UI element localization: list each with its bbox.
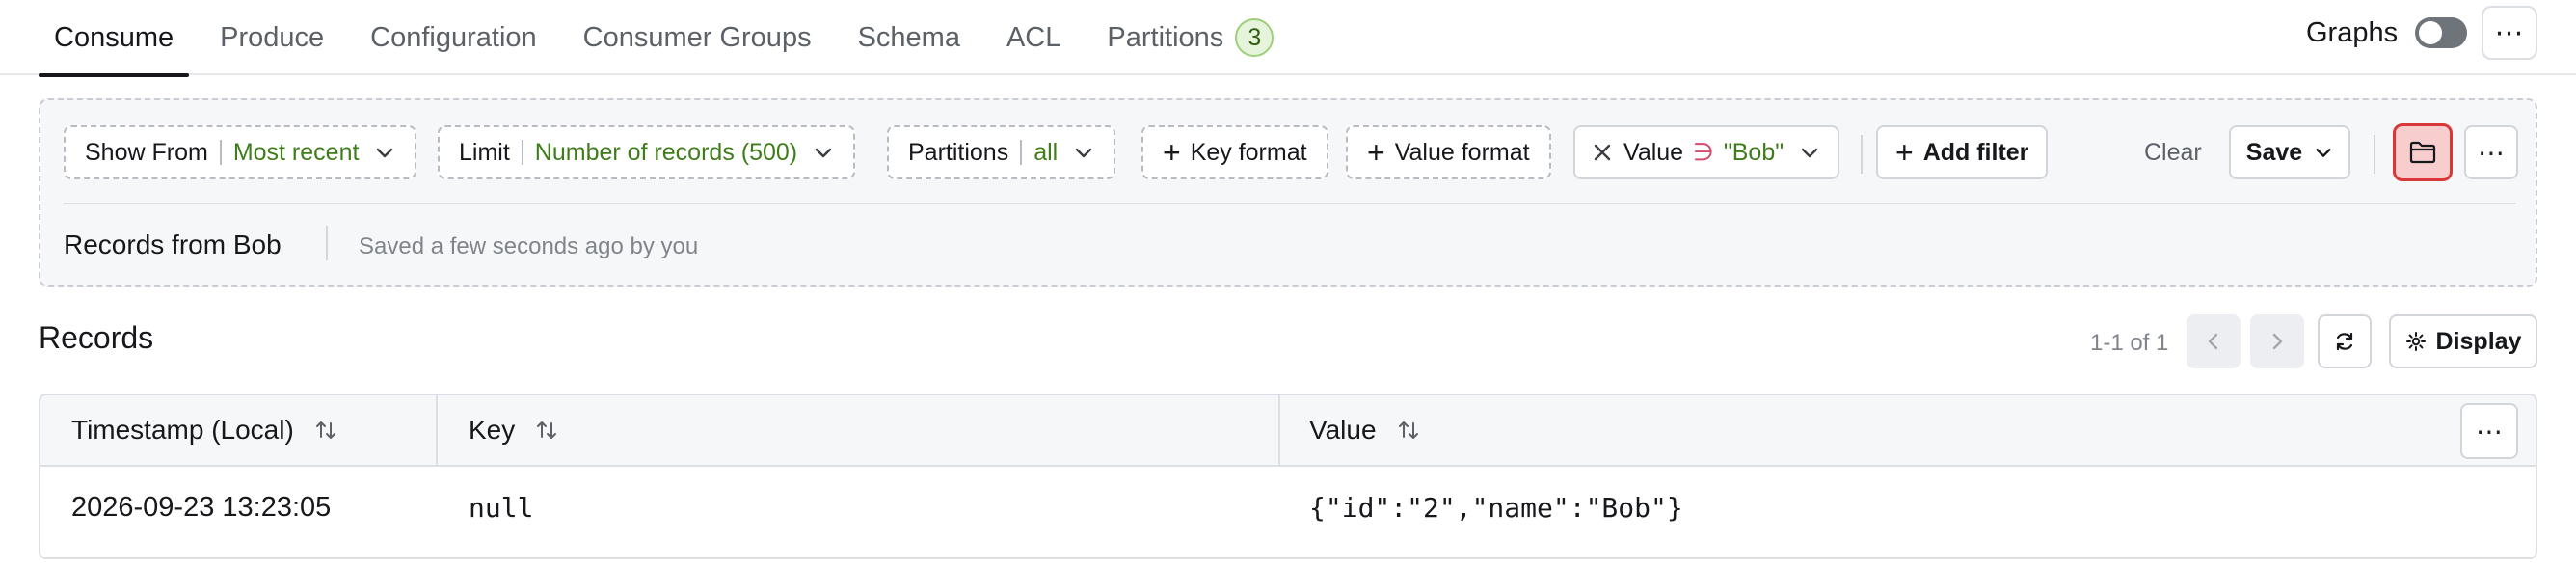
partitions-filter[interactable]: Partitions all xyxy=(887,125,1116,179)
display-button[interactable]: Display xyxy=(2389,314,2537,368)
pagination-text: 1-1 of 1 xyxy=(2090,330,2169,356)
previous-page-button[interactable] xyxy=(2187,314,2241,368)
value-format-label: Value format xyxy=(1394,138,1530,166)
plus-icon: + xyxy=(1367,135,1385,170)
chevron-down-icon xyxy=(2314,143,2333,162)
value-filter-label: Value xyxy=(1623,138,1684,166)
filter-more-button[interactable]: ⋯ xyxy=(2464,125,2518,179)
panel-separator xyxy=(64,203,2516,204)
clear-label: Clear xyxy=(2144,138,2202,166)
tab-produce[interactable]: Produce xyxy=(204,0,339,75)
saved-filters-folder-button[interactable] xyxy=(2393,123,2453,181)
ellipsis-icon: ⋯ xyxy=(2476,416,2503,447)
plus-icon: + xyxy=(1163,135,1181,170)
saved-filter-meta: Saved a few seconds ago by you xyxy=(359,233,699,259)
add-filter-button[interactable]: + Add filter xyxy=(1876,125,2049,179)
column-divider xyxy=(436,395,438,465)
filter-divider xyxy=(1861,135,1863,174)
table-header: Timestamp (Local) Key Value ⋯ xyxy=(40,395,2536,467)
limit-label: Limit xyxy=(459,138,510,166)
add-filter-label: Add filter xyxy=(1922,138,2029,166)
tab-label: Partitions xyxy=(1107,21,1224,53)
records-title: Records xyxy=(39,320,154,355)
refresh-button[interactable] xyxy=(2318,314,2372,368)
folder-icon xyxy=(2409,141,2436,164)
key-format-button[interactable]: + Key format xyxy=(1141,125,1328,179)
tab-label: Produce xyxy=(220,21,325,53)
save-label: Save xyxy=(2245,138,2303,166)
graphs-toggle[interactable] xyxy=(2415,17,2468,48)
tab-schema[interactable]: Schema xyxy=(843,0,976,75)
tab-label: Consumer Groups xyxy=(582,21,812,53)
sort-icon xyxy=(534,418,559,443)
toggle-knob xyxy=(2419,21,2443,44)
tab-bar: Consume Produce Configuration Consumer G… xyxy=(0,0,2576,77)
chip-divider xyxy=(1020,140,1023,165)
sort-icon xyxy=(313,418,338,443)
tab-label: Schema xyxy=(857,21,960,53)
partitions-filter-value: all xyxy=(1033,138,1059,166)
gear-icon xyxy=(2405,331,2427,352)
tab-label: Consume xyxy=(54,21,174,53)
cell-timestamp: 2026-09-23 13:23:05 xyxy=(71,492,332,523)
filter-divider xyxy=(2374,135,2375,174)
value-filter-value: "Bob" xyxy=(1723,138,1784,166)
column-header-label: Value xyxy=(1309,415,1377,445)
column-divider xyxy=(1278,395,1280,465)
column-header-label: Key xyxy=(469,415,516,445)
column-header-timestamp[interactable]: Timestamp (Local) xyxy=(71,395,338,465)
key-format-label: Key format xyxy=(1190,138,1307,166)
plus-icon: + xyxy=(1895,135,1914,170)
partitions-count-badge: 3 xyxy=(1235,18,1275,57)
saved-filter-divider xyxy=(326,226,328,260)
contains-operator: ∋ xyxy=(1693,139,1714,166)
chevron-left-icon xyxy=(2204,331,2223,352)
show-from-value: Most recent xyxy=(232,138,360,166)
sort-icon xyxy=(1396,418,1421,443)
cell-value: {"id":"2","name":"Bob"} xyxy=(1309,492,1683,524)
show-from-filter[interactable]: Show From Most recent xyxy=(64,125,417,179)
tab-partitions[interactable]: Partitions 3 xyxy=(1091,0,1289,75)
table-more-button[interactable]: ⋯ xyxy=(2460,403,2518,459)
graphs-label: Graphs xyxy=(2306,16,2399,48)
tab-acl[interactable]: ACL xyxy=(991,0,1076,75)
tab-label: Configuration xyxy=(370,21,537,53)
column-header-key[interactable]: Key xyxy=(469,395,559,465)
graphs-toggle-group: Graphs xyxy=(2306,14,2468,52)
cell-key: null xyxy=(469,492,534,524)
save-button[interactable]: Save xyxy=(2229,125,2350,179)
clear-button[interactable]: Clear xyxy=(2144,125,2202,179)
chip-divider xyxy=(521,140,523,165)
value-filter-chip[interactable]: Value ∋ "Bob" xyxy=(1573,125,1840,179)
tab-label: ACL xyxy=(1006,21,1061,53)
tab-consume[interactable]: Consume xyxy=(39,0,190,77)
chip-divider xyxy=(219,140,222,165)
saved-filter-name: Records from Bob xyxy=(64,230,282,259)
chevron-down-icon xyxy=(374,142,395,163)
filter-panel: Show From Most recent Limit Number of re… xyxy=(39,98,2537,287)
refresh-icon xyxy=(2333,330,2356,353)
close-icon[interactable] xyxy=(1593,143,1612,162)
tab-list: Consume Produce Configuration Consumer G… xyxy=(39,0,1304,77)
chevron-down-icon xyxy=(1799,142,1820,163)
tab-configuration[interactable]: Configuration xyxy=(355,0,552,75)
limit-value: Number of records (500) xyxy=(534,138,798,166)
more-options-button[interactable]: ⋯ xyxy=(2482,6,2537,60)
chevron-down-icon xyxy=(813,142,834,163)
chevron-down-icon xyxy=(1073,142,1094,163)
partitions-filter-label: Partitions xyxy=(908,138,1009,166)
display-label: Display xyxy=(2435,327,2522,355)
ellipsis-icon: ⋯ xyxy=(2478,137,2505,168)
limit-filter[interactable]: Limit Number of records (500) xyxy=(438,125,856,179)
chevron-right-icon xyxy=(2267,331,2287,352)
show-from-label: Show From xyxy=(85,138,208,166)
tab-consumer-groups[interactable]: Consumer Groups xyxy=(568,0,827,75)
next-page-button[interactable] xyxy=(2250,314,2304,368)
column-header-label: Timestamp (Local) xyxy=(71,415,294,445)
column-header-value[interactable]: Value xyxy=(1309,395,1421,465)
ellipsis-icon: ⋯ xyxy=(2494,16,2525,49)
value-format-button[interactable]: + Value format xyxy=(1346,125,1551,179)
records-table: Timestamp (Local) Key Value ⋯ 2026-09-23… xyxy=(39,394,2537,559)
